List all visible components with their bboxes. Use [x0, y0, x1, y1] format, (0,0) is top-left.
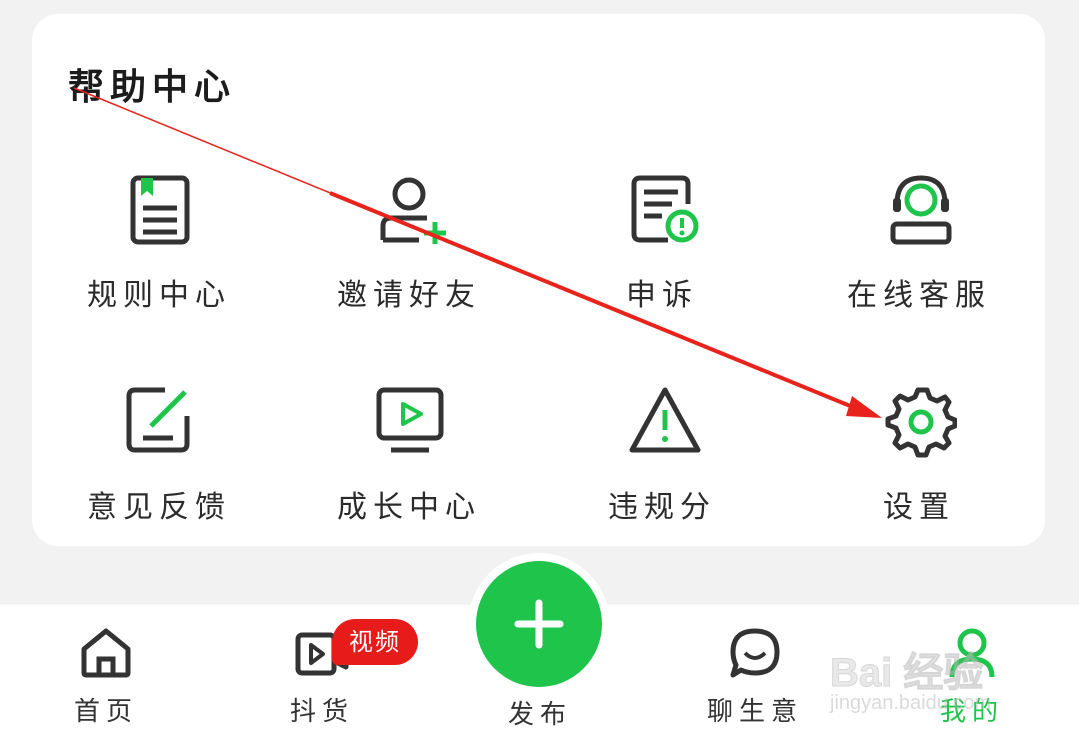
growth-center-item[interactable]: 成长中心 [309, 386, 509, 576]
watermark-brand: Bai 经验 [829, 651, 984, 696]
chat-bubble-icon [730, 628, 780, 678]
violation-warning-icon [629, 387, 701, 453]
settings-label: 设置 [883, 490, 955, 525]
video-badge: 视频 [332, 619, 418, 665]
baidu-jingyan-watermark: Bai 经验 jingyan.baidu.com [829, 640, 1030, 725]
settings-gear-icon [885, 387, 957, 458]
rules-center-item[interactable]: 规则中心 [59, 174, 259, 364]
invite-friends-item[interactable]: 邀请好友 [309, 174, 509, 364]
growth-video-icon [376, 387, 444, 453]
tab-goods-label: 抖货 [289, 697, 354, 727]
publish-label: 发布 [507, 700, 572, 730]
rules-center-label: 规则中心 [87, 278, 231, 313]
feedback-edit-icon [126, 387, 190, 453]
violation-score-label: 违规分 [608, 490, 716, 525]
watermark-url: jingyan.baidu.com [830, 692, 992, 714]
help-center-title: 帮助中心 [68, 67, 237, 108]
online-service-label: 在线客服 [847, 278, 991, 313]
plus-icon [514, 599, 564, 649]
customer-service-headset-icon [890, 175, 952, 245]
app-screen: 帮助中心 规则中心 邀请好友 申诉 在线客服 意见反馈 成长中心 违规分 设置 … [0, 0, 1079, 745]
violation-score-item[interactable]: 违规分 [562, 386, 762, 576]
settings-item[interactable]: 设置 [819, 386, 1019, 576]
invite-friend-icon [380, 177, 446, 244]
help-center-card: 帮助中心 规则中心 邀请好友 申诉 在线客服 意见反馈 成长中心 违规分 设置 [32, 14, 1045, 546]
tab-home-label: 首页 [73, 697, 138, 727]
appeal-label: 申诉 [626, 278, 698, 313]
appeal-document-icon [631, 175, 699, 243]
appeal-item[interactable]: 申诉 [562, 174, 762, 364]
tab-chat-label: 聊生意 [706, 697, 803, 727]
feedback-item[interactable]: 意见反馈 [59, 386, 259, 576]
feedback-label: 意见反馈 [87, 490, 231, 525]
tab-home[interactable]: 首页 [26, 605, 186, 745]
online-service-item[interactable]: 在线客服 [819, 174, 1019, 364]
home-icon [81, 628, 131, 678]
publish-button[interactable] [476, 561, 602, 687]
tab-chat[interactable]: 聊生意 [675, 605, 835, 745]
rules-book-icon [130, 175, 190, 245]
invite-friends-label: 邀请好友 [337, 278, 481, 313]
growth-center-label: 成长中心 [337, 490, 481, 525]
